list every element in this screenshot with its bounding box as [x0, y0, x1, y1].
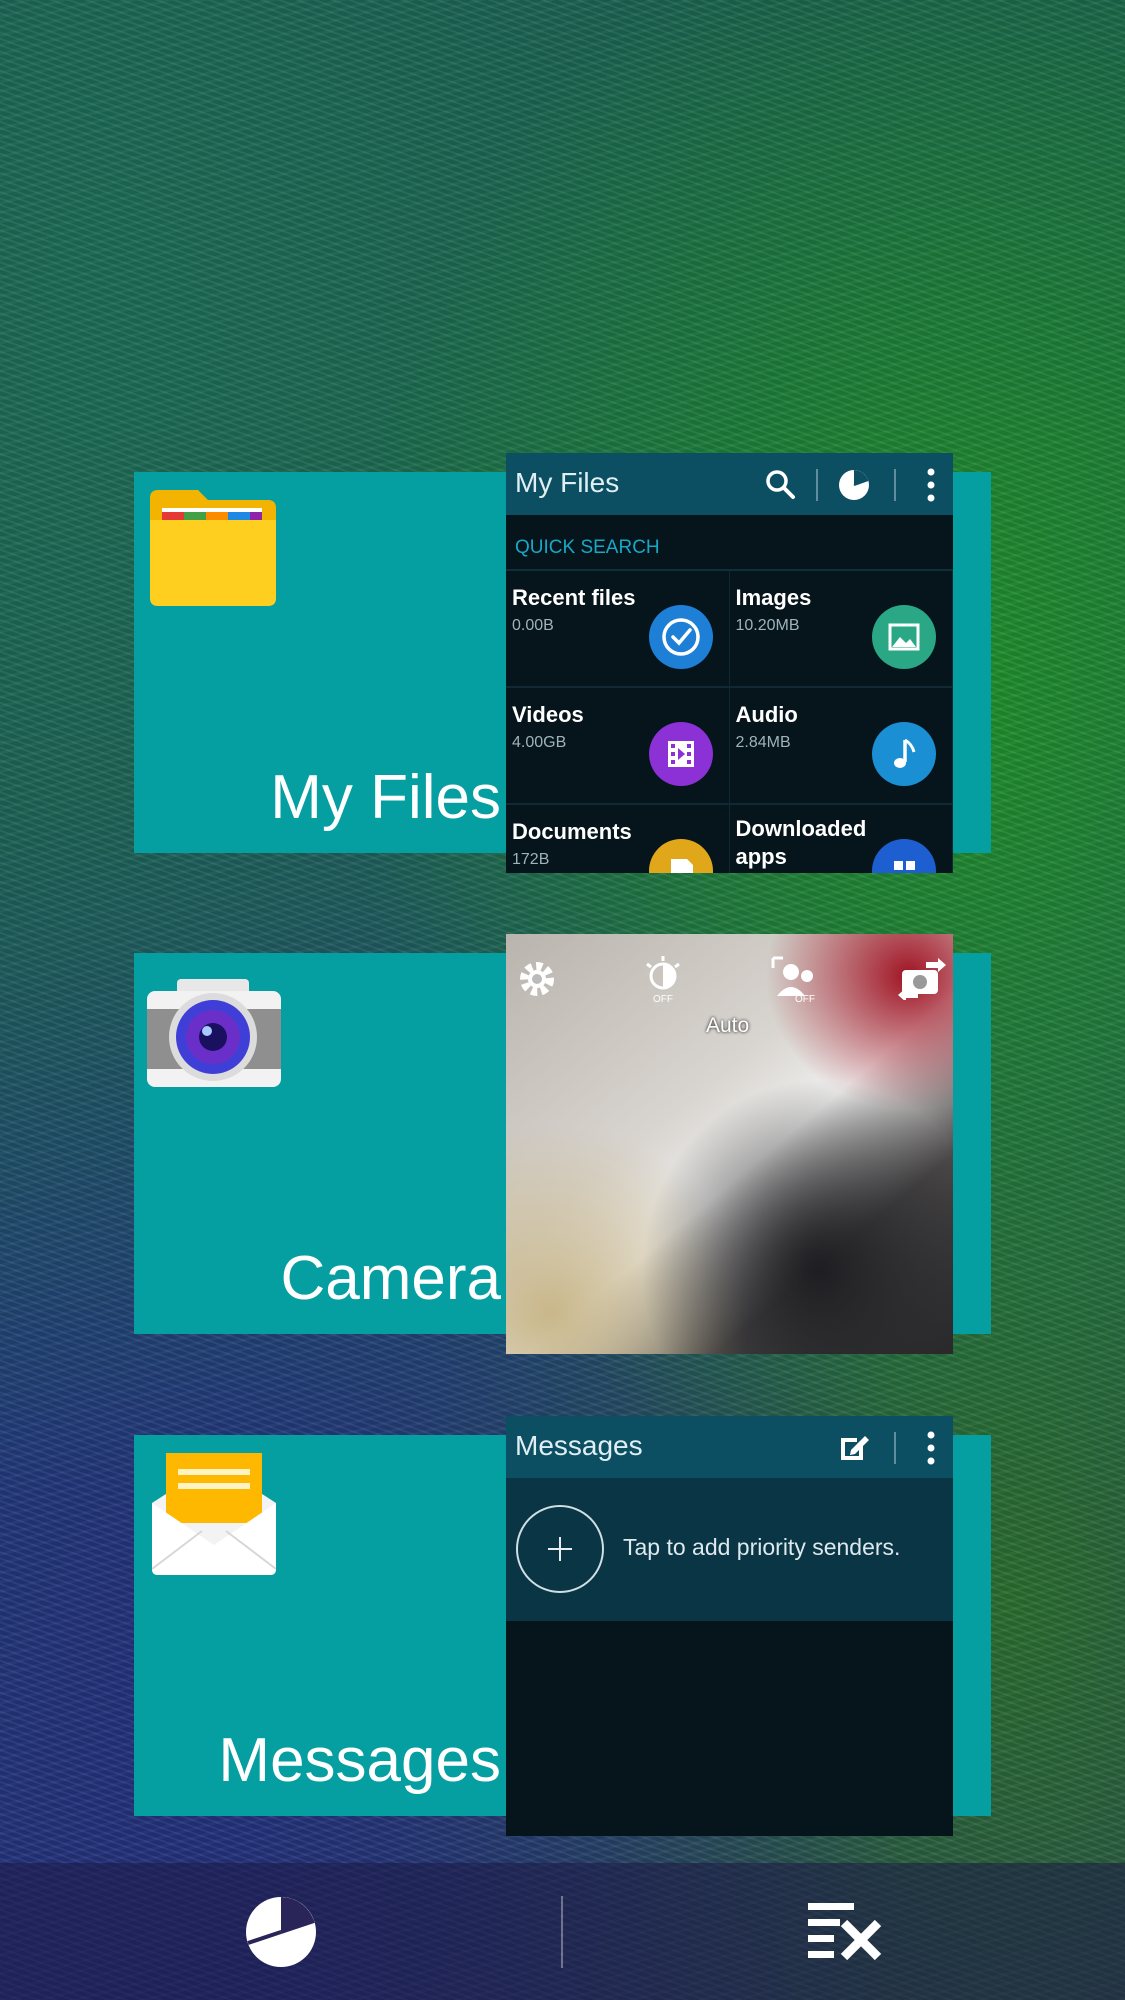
- more-options-icon: [926, 467, 936, 508]
- task-manager-icon[interactable]: [244, 1895, 318, 1974]
- divider: [816, 469, 818, 501]
- category-documents: Documents 172B: [506, 805, 730, 873]
- compose-icon: [839, 1432, 871, 1467]
- category-videos: Videos 4.00GB: [506, 688, 730, 805]
- storage-usage-icon: [837, 468, 871, 507]
- priority-senders-hint: Tap to add priority senders.: [623, 1534, 901, 1560]
- recent-files-icon: [648, 605, 713, 669]
- thumbnail-header: My Files: [506, 453, 953, 515]
- hdr-off-icon: OFF: [639, 954, 689, 1009]
- category-recent-files: Recent files 0.00B: [506, 571, 730, 688]
- svg-text:OFF: OFF: [795, 994, 815, 1004]
- downloaded-apps-icon: [872, 839, 936, 873]
- close-all-icon[interactable]: [806, 1901, 882, 1966]
- camera-app-icon: [147, 979, 281, 1094]
- app-thumbnail-camera[interactable]: OFF OFF Auto: [506, 934, 953, 1354]
- recents-bottom-bar: [0, 1863, 1125, 2000]
- divider: [894, 469, 896, 501]
- divider: [894, 1432, 896, 1464]
- thumbnail-title: Messages: [515, 1430, 643, 1461]
- quick-search-grid: Recent files 0.00B Images 10.20MB Videos…: [506, 571, 953, 873]
- quick-search-header: QUICK SEARCH: [506, 515, 953, 571]
- face-detect-off-icon: OFF: [769, 954, 821, 1009]
- category-downloaded-apps: Downloaded apps: [730, 805, 953, 873]
- search-icon: [764, 468, 796, 505]
- app-label: Camera: [280, 1244, 501, 1313]
- app-thumbnail-my-files[interactable]: My Files QUICK SEARCH Recent files 0.00B…: [506, 453, 953, 873]
- app-thumbnail-messages[interactable]: Messages Tap to add priority senders.: [506, 1416, 953, 1836]
- add-circle-icon: [514, 1503, 606, 1600]
- app-label: My Files: [270, 763, 501, 832]
- settings-gear-icon: [516, 958, 558, 1005]
- audio-icon: [872, 722, 936, 786]
- svg-text:OFF: OFF: [653, 994, 673, 1004]
- category-images: Images 10.20MB: [729, 571, 953, 688]
- images-icon: [872, 605, 936, 669]
- camera-mode-label: Auto: [706, 1014, 750, 1037]
- more-options-icon: [926, 1430, 936, 1471]
- videos-icon: [648, 722, 713, 786]
- thumbnail-header: Messages: [506, 1416, 953, 1478]
- thumbnail-title: My Files: [515, 467, 620, 498]
- app-label: Messages: [218, 1726, 501, 1795]
- category-audio: Audio 2.84MB: [729, 688, 953, 805]
- bar-divider: [561, 1896, 563, 1968]
- folder-icon: [148, 486, 278, 613]
- switch-camera-icon: [896, 958, 948, 1005]
- documents-icon: [648, 839, 713, 873]
- messages-app-icon: [151, 1453, 277, 1580]
- priority-senders-row: Tap to add priority senders.: [506, 1478, 953, 1621]
